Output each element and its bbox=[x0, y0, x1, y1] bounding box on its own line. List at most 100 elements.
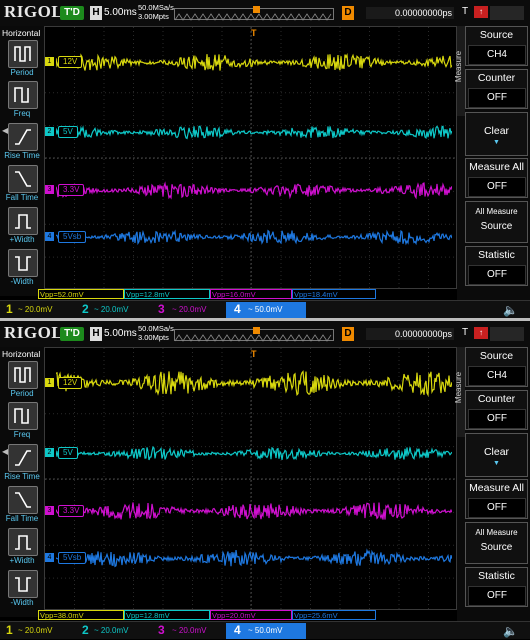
clear-menu-item[interactable]: Clear ▼ bbox=[465, 112, 528, 156]
timebase-value[interactable]: 5.00ms bbox=[104, 328, 137, 339]
period-button[interactable] bbox=[8, 40, 38, 68]
ch4-number[interactable]: 4 bbox=[234, 302, 241, 316]
ch2-trace bbox=[56, 445, 452, 460]
trigger-label: T bbox=[462, 6, 469, 17]
clear-menu-item[interactable]: Clear ▼ bbox=[465, 433, 528, 477]
positive-pulse-icon bbox=[15, 535, 31, 550]
ch4-trace bbox=[56, 547, 452, 567]
trigger-time-marker-icon[interactable]: T bbox=[251, 349, 257, 359]
ch4-scale[interactable]: ~ 50.0mV bbox=[248, 626, 282, 635]
ch2-offset-marker[interactable]: 2 bbox=[45, 127, 54, 136]
trigger-time-marker-icon[interactable]: T bbox=[251, 28, 257, 38]
counter-menu-item[interactable]: Counter ↰ OFF bbox=[465, 390, 528, 430]
ch2-number[interactable]: 2 bbox=[82, 302, 89, 316]
positive-width-button[interactable] bbox=[8, 528, 38, 556]
statistic-menu-item[interactable]: Statistic OFF bbox=[465, 246, 528, 286]
source-menu-item[interactable]: Source ↰ CH4 bbox=[465, 26, 528, 66]
ch3-offset-marker[interactable]: 3 bbox=[45, 506, 54, 515]
freq-button[interactable] bbox=[8, 81, 38, 109]
source-value: CH4 bbox=[468, 366, 526, 386]
ch4-offset-marker[interactable]: 4 bbox=[45, 232, 54, 241]
rise-time-button[interactable] bbox=[8, 444, 38, 472]
speaker-icon[interactable]: 🔈 bbox=[503, 624, 518, 638]
ch2-scale[interactable]: ~ 20.0mV bbox=[94, 305, 128, 314]
ch1-scale[interactable]: ~ 20.0mV bbox=[18, 626, 52, 635]
ch1-offset-marker[interactable]: 1 bbox=[45, 57, 54, 66]
measure-all-menu-item[interactable]: Measure All OFF bbox=[465, 479, 528, 519]
statistic-menu-item[interactable]: Statistic OFF bbox=[465, 567, 528, 607]
waveform-position-bar[interactable] bbox=[174, 327, 334, 342]
ch4-trace bbox=[56, 229, 452, 246]
freq-label: Freq bbox=[13, 430, 31, 439]
ch4-label-tag: 5Vsb bbox=[58, 552, 87, 564]
measure-tab-label: Measure bbox=[454, 371, 464, 404]
ch2-scale[interactable]: ~ 20.0mV bbox=[94, 626, 128, 635]
ch3-offset-marker[interactable]: 3 bbox=[45, 185, 54, 194]
sample-info: 50.0MSa/s 3.00Mpts bbox=[138, 324, 174, 342]
trigger-label: T bbox=[462, 327, 469, 338]
sample-info: 50.0MSa/s 3.00Mpts bbox=[138, 3, 174, 21]
ch1-label-tag: 12V bbox=[58, 377, 83, 389]
positive-width-label: +Width bbox=[9, 556, 35, 565]
speaker-icon[interactable]: 🔈 bbox=[503, 303, 518, 317]
trigger-edge-icon: ↑ bbox=[474, 6, 488, 18]
period-label: Period bbox=[10, 68, 34, 77]
counter-menu-item[interactable]: Counter ↰ OFF bbox=[465, 69, 528, 109]
all-measure-source-menu-item[interactable]: All Measure Source bbox=[465, 522, 528, 564]
delay-label: D bbox=[342, 6, 354, 20]
ch3-number[interactable]: 3 bbox=[158, 623, 165, 637]
delay-value[interactable]: 0.00000000ps bbox=[366, 7, 454, 19]
ch2-offset-marker[interactable]: 2 bbox=[45, 448, 54, 457]
timebase-value[interactable]: 5.00ms bbox=[104, 7, 137, 18]
freq-label: Freq bbox=[13, 109, 31, 118]
fall-time-button[interactable] bbox=[8, 486, 38, 514]
positive-pulse-icon bbox=[15, 214, 31, 229]
submenu-down-icon: ▼ bbox=[493, 460, 500, 467]
measure-all-label: Measure All bbox=[469, 482, 524, 494]
measure-all-label: Measure All bbox=[469, 161, 524, 173]
fall-time-button[interactable] bbox=[8, 165, 38, 193]
ch4-label-tag: 5Vsb bbox=[58, 231, 87, 243]
sample-rate: 50.0MSa/s bbox=[138, 324, 174, 333]
brand-logo: RIGOL bbox=[4, 323, 64, 342]
negative-width-button[interactable] bbox=[8, 249, 38, 277]
positive-width-button[interactable] bbox=[8, 207, 38, 235]
trigger-level-box[interactable] bbox=[490, 327, 524, 341]
negative-width-button[interactable] bbox=[8, 570, 38, 598]
trigger-position-marker bbox=[253, 327, 260, 334]
measure-all-value: OFF bbox=[468, 498, 526, 518]
waveform-position-bar[interactable] bbox=[174, 6, 334, 21]
freq-button[interactable] bbox=[8, 402, 38, 430]
horizontal-label: H bbox=[90, 6, 102, 20]
statistic-label: Statistic bbox=[478, 249, 515, 261]
left-panel-title: Horizontal bbox=[2, 349, 41, 359]
ch2-label-tag: 5V bbox=[58, 447, 78, 459]
ch1-offset-marker[interactable]: 1 bbox=[45, 378, 54, 387]
measurement-ch1: Vpp=52.0mV bbox=[38, 289, 124, 299]
delay-value[interactable]: 0.00000000ps bbox=[366, 328, 454, 340]
ch4-offset-marker[interactable]: 4 bbox=[45, 553, 54, 562]
ch1-scale[interactable]: ~ 20.0mV bbox=[18, 305, 52, 314]
ch4-scale[interactable]: ~ 50.0mV bbox=[248, 305, 282, 314]
ch2-number[interactable]: 2 bbox=[82, 623, 89, 637]
horizontal-label: H bbox=[90, 327, 102, 341]
ch1-trace bbox=[56, 370, 452, 397]
ch3-scale[interactable]: ~ 20.0mV bbox=[172, 626, 206, 635]
ch3-number[interactable]: 3 bbox=[158, 302, 165, 316]
statistic-label: Statistic bbox=[478, 570, 515, 582]
source-menu-item[interactable]: Source ↰ CH4 bbox=[465, 347, 528, 387]
ch1-number[interactable]: 1 bbox=[6, 302, 13, 316]
measure-all-menu-item[interactable]: Measure All OFF bbox=[465, 158, 528, 198]
period-button[interactable] bbox=[8, 361, 38, 389]
period-label: Period bbox=[10, 389, 34, 398]
rise-time-label: Rise Time bbox=[4, 472, 40, 481]
fall-edge-icon bbox=[15, 492, 31, 508]
ch3-scale[interactable]: ~ 20.0mV bbox=[172, 305, 206, 314]
rise-time-button[interactable] bbox=[8, 123, 38, 151]
measure-all-value: OFF bbox=[468, 177, 526, 197]
brand-logo: RIGOL bbox=[4, 2, 64, 21]
trigger-level-box[interactable] bbox=[490, 6, 524, 20]
ch1-number[interactable]: 1 bbox=[6, 623, 13, 637]
all-measure-source-menu-item[interactable]: All Measure Source bbox=[465, 201, 528, 243]
ch4-number[interactable]: 4 bbox=[234, 623, 241, 637]
